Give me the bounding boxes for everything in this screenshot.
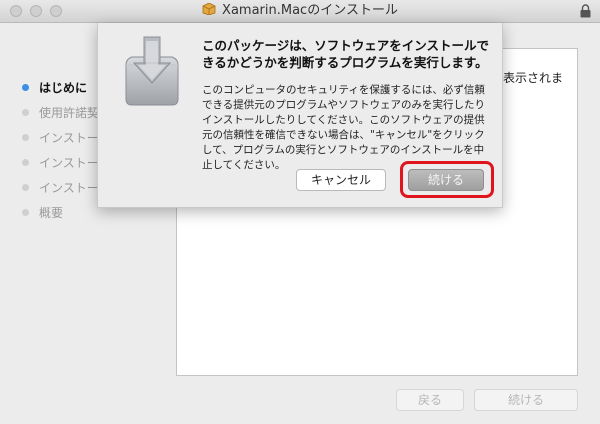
window-titlebar: Xamarin.Macのインストール	[0, 0, 600, 23]
step-dot-icon	[22, 109, 29, 116]
window-title: Xamarin.Macのインストール	[0, 0, 600, 22]
step-dot-icon	[22, 184, 29, 191]
step-dot-icon	[22, 209, 29, 216]
package-icon	[202, 3, 216, 15]
step-dot-icon	[22, 159, 29, 166]
step-active-dot-icon	[22, 84, 29, 91]
cancel-button[interactable]: キャンセル	[296, 169, 386, 191]
content-text: 表示されま	[502, 71, 563, 85]
dialog-heading: このパッケージは、ソフトウェアをインストールできるかどうかを判断するプログラムを…	[202, 38, 490, 70]
installer-package-icon	[125, 36, 179, 106]
step-label: 概要	[39, 206, 64, 220]
step-dot-icon	[22, 134, 29, 141]
continue-button[interactable]: 続ける	[474, 389, 578, 411]
step-label: はじめに	[39, 81, 88, 95]
lock-icon[interactable]	[580, 4, 591, 18]
window-title-text: Xamarin.Macのインストール	[222, 3, 398, 18]
dialog-body-text: このコンピュータのセキュリティを保護するには、必ず信頼できる提供元のプログラムや…	[202, 84, 485, 171]
highlight-annotation	[400, 161, 494, 198]
back-button[interactable]: 戻る	[396, 389, 464, 411]
